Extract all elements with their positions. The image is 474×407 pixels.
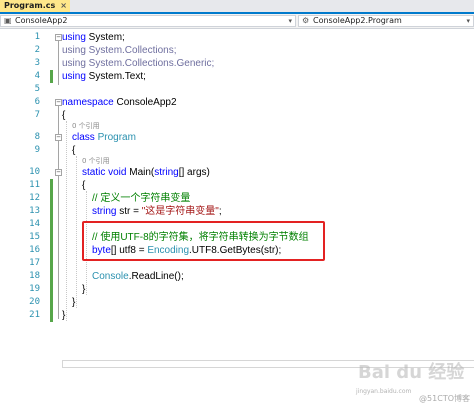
line-number: 8 (34, 132, 40, 142)
indent-guide (66, 121, 67, 321)
code-line: using System.Collections; (62, 45, 177, 56)
highlight-box (82, 221, 325, 261)
line-number: 18 (29, 271, 40, 281)
code-line: string str = "这是字符串变量"; (92, 206, 222, 217)
code-line: } (62, 310, 66, 321)
project-dropdown-label: ConsoleApp2 (15, 16, 68, 25)
collapse-icon[interactable]: − (55, 99, 62, 106)
watermark-site: jingyan.baidu.com (356, 388, 412, 395)
type-dropdown-label: ConsoleApp2.Program (313, 16, 402, 25)
line-number: 3 (34, 58, 40, 68)
line-number: 9 (34, 145, 40, 155)
code-line: } (72, 297, 76, 308)
code-line: static void Main(string[] args) (82, 167, 210, 178)
collapse-icon[interactable]: − (55, 169, 62, 176)
project-dropdown[interactable]: ▣ ConsoleApp2 ▾ (0, 15, 296, 27)
line-number: 11 (29, 180, 40, 190)
code-line: using System.Collections.Generic; (62, 58, 215, 69)
code-editor[interactable]: 1 2 3 4 5 6 7 8 9 10 11 12 13 14 15 16 1… (0, 29, 474, 407)
line-number: 7 (34, 110, 40, 120)
class-icon: ⚙ (302, 16, 310, 25)
type-dropdown[interactable]: ⚙ ConsoleApp2.Program ▾ (298, 15, 474, 27)
line-number: 16 (29, 245, 40, 255)
code-comment: // 定义一个字符串变量 (92, 193, 191, 204)
line-number: 6 (34, 97, 40, 107)
line-number: 21 (29, 310, 40, 320)
line-number: 5 (34, 84, 40, 94)
indent-guide (76, 156, 77, 308)
tab-program-cs[interactable]: Program.cs × (0, 0, 70, 12)
change-marker (50, 70, 53, 83)
code-line: namespace ConsoleApp2 (62, 97, 177, 108)
code-line: } (82, 284, 86, 295)
code-line: Console.ReadLine(); (92, 271, 184, 282)
code-line: using System; (62, 32, 125, 43)
code-line: using System.Text; (62, 71, 146, 82)
chevron-down-icon: ▾ (466, 17, 470, 25)
code-line: class Program (72, 132, 136, 143)
reference-count-hint[interactable]: 0 个引用 (72, 122, 100, 131)
watermark-credit: @51CTO博客 (419, 394, 470, 403)
chevron-down-icon: ▾ (288, 17, 292, 25)
code-line: { (72, 145, 76, 156)
collapse-icon[interactable]: − (55, 134, 62, 141)
code-line: { (62, 110, 66, 121)
document-tab-strip: Program.cs × (0, 0, 474, 14)
change-marker (50, 179, 53, 322)
line-number: 1 (34, 32, 40, 42)
line-number: 15 (29, 232, 40, 242)
line-number: 10 (29, 167, 40, 177)
baidu-watermark-logo: Bai du 经验 (358, 362, 465, 383)
line-number: 17 (29, 258, 40, 268)
line-number: 14 (29, 219, 40, 229)
line-number: 19 (29, 284, 40, 294)
line-number: 12 (29, 193, 40, 203)
close-icon[interactable]: × (60, 0, 67, 12)
line-number: 20 (29, 297, 40, 307)
reference-count-hint[interactable]: 0 个引用 (82, 157, 110, 166)
line-number: 13 (29, 206, 40, 216)
collapse-icon[interactable]: − (55, 34, 62, 41)
navigation-bar: ▣ ConsoleApp2 ▾ ⚙ ConsoleApp2.Program ▾ (0, 14, 474, 29)
code-line: { (82, 180, 86, 191)
tab-title: Program.cs (4, 1, 56, 10)
line-number-gutter: 1 2 3 4 5 6 7 8 9 10 11 12 13 14 15 16 1… (0, 29, 40, 407)
line-number: 2 (34, 45, 40, 55)
csharp-project-icon: ▣ (4, 16, 12, 25)
fold-line (58, 41, 59, 85)
line-number: 4 (34, 71, 40, 81)
